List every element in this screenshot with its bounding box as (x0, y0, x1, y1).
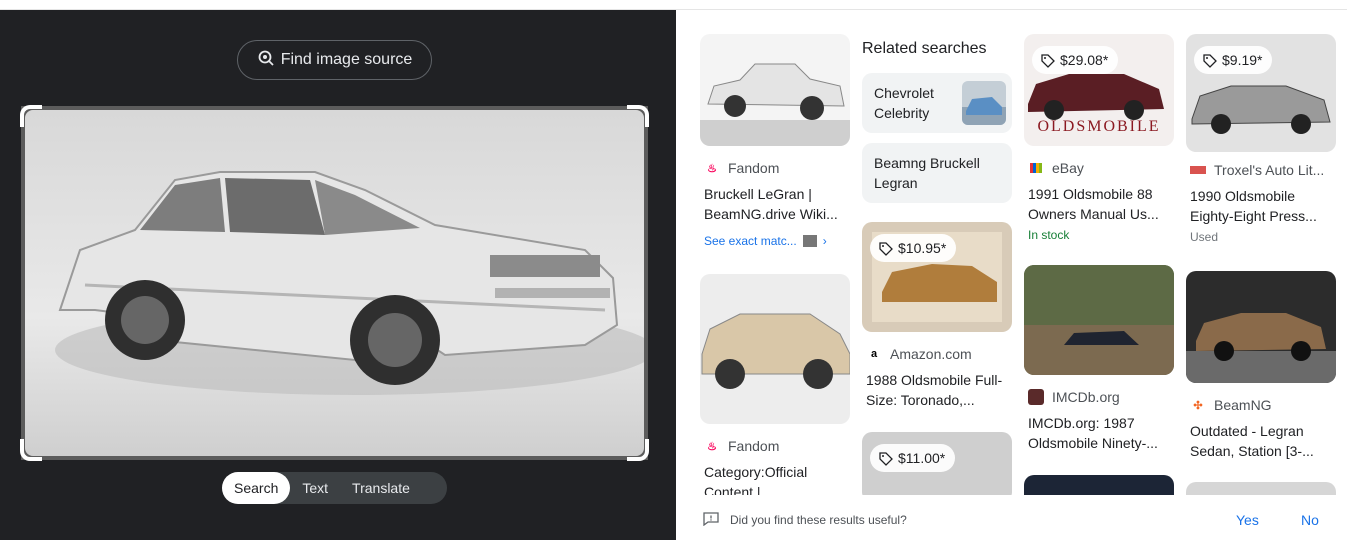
condition-status: Used (1190, 230, 1219, 244)
top-bar (0, 0, 1347, 10)
related-searches-heading: Related searches (862, 40, 987, 57)
result-title[interactable]: Outdated - Legran Sedan, Station [3-... (1190, 421, 1332, 461)
result-thumbnail[interactable]: $10.95* (862, 222, 1012, 332)
troxel-icon (1190, 166, 1206, 174)
result-thumbnail[interactable]: OLDSMOBILE $29.08* (1024, 34, 1174, 146)
imcdb-icon (1028, 389, 1044, 405)
feedback-icon (703, 512, 719, 526)
related-search-thumbnail (962, 81, 1006, 125)
find-image-source-button[interactable]: Find image source (237, 40, 432, 80)
tab-text[interactable]: Text (290, 472, 340, 504)
image-search-icon (257, 49, 275, 72)
amazon-icon: a (870, 348, 878, 360)
tab-search[interactable]: Search (222, 472, 291, 504)
result-source: BeamNG (1214, 397, 1272, 413)
see-exact-matches-label: See exact matc... (704, 234, 797, 248)
related-search-label: Beamng Bruckell Legran (874, 155, 980, 191)
result-title[interactable]: 1990 Oldsmobile Eighty-Eight Press... (1190, 186, 1332, 226)
results-pane: ♨ Fandom Bruckell LeGran | BeamNG.drive W… (676, 10, 1347, 495)
crop-handle-bottom-left[interactable] (20, 439, 42, 461)
price-badge: $9.19* (1194, 46, 1273, 74)
price-value: $10.95* (898, 240, 947, 256)
result-card[interactable]: ♨ Fandom Bruckell LeGran | BeamNG.drive W… (700, 34, 850, 248)
result-source: Fandom (728, 438, 780, 454)
result-card[interactable] (1024, 475, 1174, 495)
tab-translate[interactable]: Translate (340, 472, 422, 504)
see-exact-matches-link[interactable]: See exact matc... › (704, 234, 846, 248)
result-thumbnail[interactable] (700, 274, 850, 424)
stock-status: In stock (1028, 228, 1070, 242)
tag-icon (1041, 53, 1055, 68)
feedback-no-button[interactable]: No (1301, 512, 1319, 528)
result-card[interactable]: $9.19* Troxel's Auto Lit... 1990 Oldsmob… (1186, 34, 1336, 244)
result-card[interactable]: ♨ Fandom Category:Official Content |... (700, 274, 850, 495)
price-badge: $11.00* (870, 444, 956, 472)
find-image-source-label: Find image source (280, 51, 413, 68)
image-preview-pane: Find image source Search Text Translate (0, 10, 676, 540)
result-thumbnail[interactable]: $9.19* (1186, 34, 1336, 152)
result-source: Troxel's Auto Lit... (1214, 162, 1325, 178)
result-thumbnail[interactable] (1186, 271, 1336, 383)
result-title[interactable]: Bruckell LeGran | BeamNG.drive Wiki... (704, 184, 846, 224)
tag-icon (1203, 53, 1217, 68)
price-value: $9.19* (1222, 52, 1263, 68)
exact-match-thumbnail-icon (802, 235, 817, 247)
feedback-bar: Did you find these results useful? Yes N… (676, 495, 1347, 540)
feedback-question: Did you find these results useful? (730, 513, 907, 527)
result-card[interactable]: $11.00* (862, 432, 1012, 495)
result-title[interactable]: Category:Official Content |... (704, 462, 846, 495)
crop-handle-top-left[interactable] (20, 105, 42, 127)
price-value: $29.08* (1060, 52, 1109, 68)
result-source: eBay (1052, 160, 1084, 176)
fandom-icon: ♨ (707, 162, 717, 175)
result-thumbnail[interactable] (1186, 482, 1336, 495)
feedback-yes-button[interactable]: Yes (1236, 512, 1259, 528)
result-thumbnail[interactable] (700, 34, 850, 146)
result-source: IMCDb.org (1052, 389, 1120, 405)
related-search-label: Chevrolet Celebrity (874, 85, 934, 121)
result-card[interactable]: OLDSMOBILE $29.08* eBay 1991 Oldsmobile … (1024, 34, 1174, 242)
price-badge: $10.95* (870, 234, 957, 262)
result-card[interactable] (1186, 482, 1336, 495)
result-title[interactable]: IMCDb.org: 1987 Oldsmobile Ninety-... (1028, 413, 1170, 453)
result-title[interactable]: 1988 Oldsmobile Full-Size: Toronado,... (866, 370, 1008, 410)
result-thumbnail[interactable] (1024, 475, 1174, 495)
tag-icon (879, 451, 893, 466)
chevron-right-icon: › (822, 234, 827, 248)
result-card[interactable]: $10.95* a Amazon.com 1988 Oldsmobile Full… (862, 222, 1012, 410)
related-search-chip[interactable]: Beamng Bruckell Legran (862, 143, 1012, 203)
result-source: Fandom (728, 160, 780, 176)
ebay-icon (1028, 160, 1044, 176)
price-badge: $29.08* (1032, 46, 1119, 74)
beamng-icon: ✣ (1193, 399, 1203, 412)
result-card[interactable]: ✣ BeamNG Outdated - Legran Sedan, Station… (1186, 271, 1336, 461)
selection-frame[interactable] (20, 105, 649, 461)
result-card[interactable]: IMCDb.org IMCDb.org: 1987 Oldsmobile Nin… (1024, 265, 1174, 453)
crop-handle-top-right[interactable] (627, 105, 649, 127)
tag-icon (879, 241, 893, 256)
oldsmobile-wordmark: OLDSMOBILE (1037, 118, 1160, 135)
crop-handle-bottom-right[interactable] (627, 439, 649, 461)
result-source: Amazon.com (890, 346, 972, 362)
result-title[interactable]: 1991 Oldsmobile 88 Owners Manual Us... (1028, 184, 1170, 224)
price-value: $11.00* (898, 450, 946, 466)
mode-switcher: Search Text Translate (222, 472, 447, 504)
query-image (25, 110, 644, 456)
result-thumbnail[interactable] (1024, 265, 1174, 375)
related-search-chip[interactable]: Chevrolet Celebrity (862, 73, 1012, 133)
fandom-icon: ♨ (707, 440, 717, 453)
result-thumbnail[interactable]: $11.00* (862, 432, 1012, 495)
